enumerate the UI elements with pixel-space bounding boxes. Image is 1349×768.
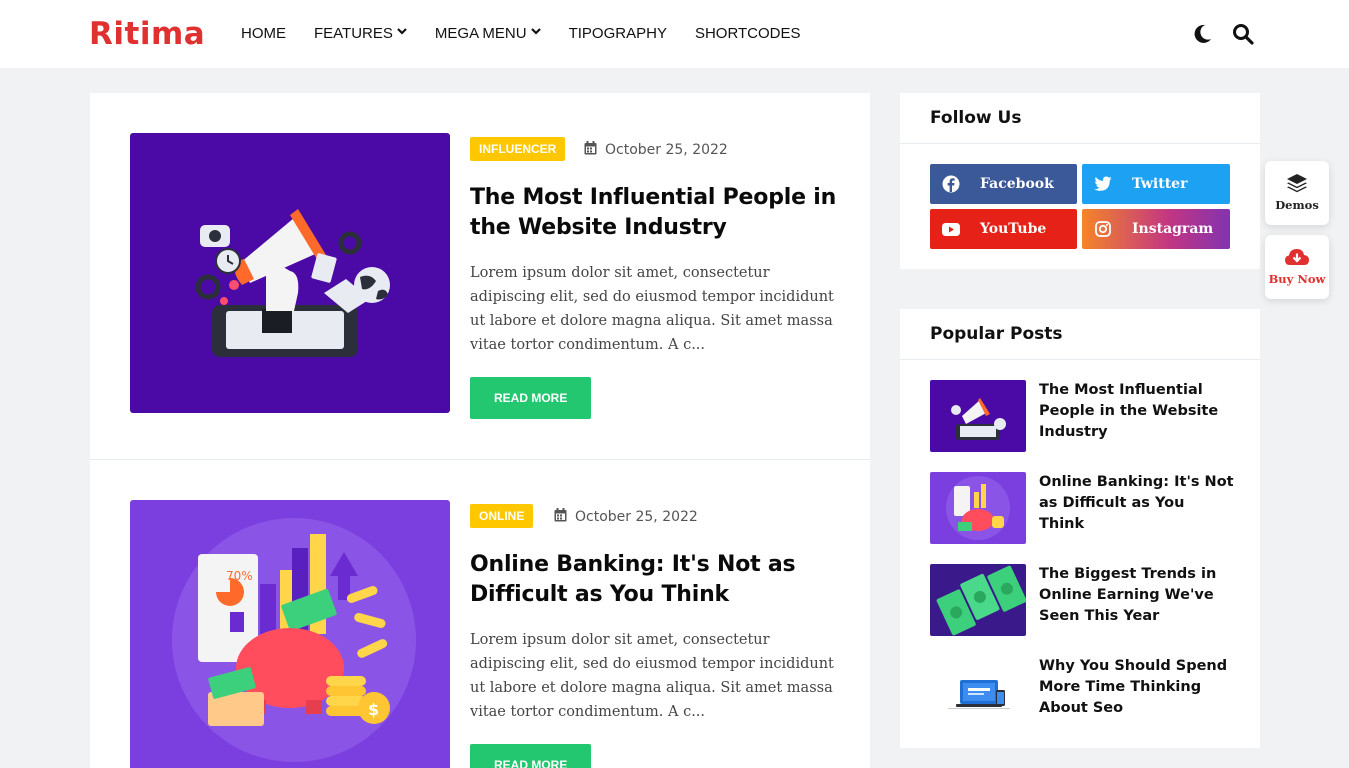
buy-now-label: Buy Now [1268,272,1326,286]
popular-post-thumbnail[interactable] [930,564,1026,636]
youtube-icon [942,220,960,238]
post-date-text: October 25, 2022 [575,509,698,525]
popular-post-title[interactable]: The Biggest Trends in Online Earning We'… [1039,564,1234,627]
post-date: October 25, 2022 [554,508,698,526]
popular-post-item[interactable]: The Biggest Trends in Online Earning We'… [930,564,1230,636]
post-title[interactable]: The Most Influential People in the Websi… [470,183,840,243]
buy-now-button[interactable]: Buy Now [1265,235,1329,299]
category-badge[interactable]: ONLINE [470,504,534,528]
chevron-down-icon [397,23,407,43]
popular-post-title[interactable]: Online Banking: It's Not as Difficult as… [1039,472,1234,535]
demos-label: Demos [1275,198,1319,212]
post-date-text: October 25, 2022 [605,142,728,158]
nav-label: HOME [241,25,286,42]
category-badge[interactable]: INFLUENCER [470,137,566,161]
post-divider [90,459,870,460]
post-excerpt: Lorem ipsum dolor sit amet, consectetur … [470,265,834,353]
popular-post-item[interactable]: Online Banking: It's Not as Difficult as… [930,472,1234,544]
layers-icon [1265,161,1329,198]
post-date: October 25, 2022 [584,141,728,159]
cloud-download-icon [1265,235,1329,272]
demos-button[interactable]: Demos [1265,161,1329,225]
post-content: ONLINE October 25, 2022 Online Banking: … [470,504,840,768]
popular-posts-widget: Popular Posts The Most Influential Peopl… [900,309,1260,748]
facebook-button[interactable]: Facebook [930,164,1077,204]
post-title[interactable]: Online Banking: It's Not as Difficult as… [470,550,840,610]
read-more-button[interactable]: READ MORE [470,744,592,768]
post-thumbnail[interactable]: 70% $ [130,500,450,768]
social-label: YouTube [980,221,1047,237]
nav-item-tipography[interactable]: TIPOGRAPHY [569,24,667,44]
popular-post-title[interactable]: Why You Should Spend More Time Thinking … [1039,656,1234,719]
twitter-icon [1094,175,1112,193]
nav-label: FEATURES [314,25,393,42]
svg-text:$: $ [368,700,379,719]
nav-item-features[interactable]: FEATURES [314,24,407,44]
dark-mode-moon-icon[interactable] [1190,22,1214,46]
megaphone-illustration [130,133,450,413]
read-more-button[interactable]: READ MORE [470,377,592,419]
facebook-icon [942,175,960,193]
social-buttons: Facebook Twitter YouTube Instagram [930,164,1230,249]
popular-post-thumbnail[interactable] [930,380,1026,452]
social-label: Instagram [1132,221,1214,237]
popular-post-thumbnail[interactable] [930,656,1026,728]
popular-post-item[interactable]: The Most Influential People in the Websi… [930,380,1230,452]
chevron-down-icon [530,23,541,43]
popular-post-thumbnail[interactable] [930,472,1026,544]
twitter-button[interactable]: Twitter [1082,164,1230,204]
widget-title: Follow Us [900,93,1260,144]
site-logo[interactable]: Ritima [89,14,205,54]
post-content: INFLUENCER October 25, 2022 The Most Inf… [470,137,840,419]
nav-item-shortcodes[interactable]: SHORTCODES [695,24,801,44]
youtube-button[interactable]: YouTube [930,209,1077,249]
nav-label: TIPOGRAPHY [568,25,667,42]
post-excerpt: Lorem ipsum dolor sit amet, consectetur … [470,632,834,720]
nav-item-home[interactable]: HOME [241,24,286,44]
banking-illustration: 70% $ [130,500,450,768]
post-thumbnail[interactable] [130,133,450,413]
nav-label: SHORTCODES [694,25,801,42]
calendar-icon [554,508,567,526]
social-label: Twitter [1132,176,1188,192]
nav-label: MEGA MENU [434,25,527,42]
calendar-icon [584,141,597,159]
instagram-button[interactable]: Instagram [1082,209,1230,249]
popular-post-title[interactable]: The Most Influential People in the Websi… [1039,380,1234,443]
nav-item-mega-menu[interactable]: MEGA MENU [435,24,541,44]
search-icon[interactable] [1231,22,1255,46]
instagram-icon [1094,220,1112,238]
site-header: Ritima HOME FEATURES MEGA MENU TIPOGRAPH… [0,0,1349,68]
post-list: INFLUENCER October 25, 2022 The Most Inf… [90,93,870,768]
follow-us-widget: Follow Us Facebook Twitter YouTube Insta… [900,93,1260,269]
main-nav: HOME FEATURES MEGA MENU TIPOGRAPHY SHORT… [241,24,829,44]
social-label: Facebook [980,176,1054,192]
widget-title: Popular Posts [900,309,1260,360]
popular-post-item[interactable]: Why You Should Spend More Time Thinking … [930,656,1230,728]
